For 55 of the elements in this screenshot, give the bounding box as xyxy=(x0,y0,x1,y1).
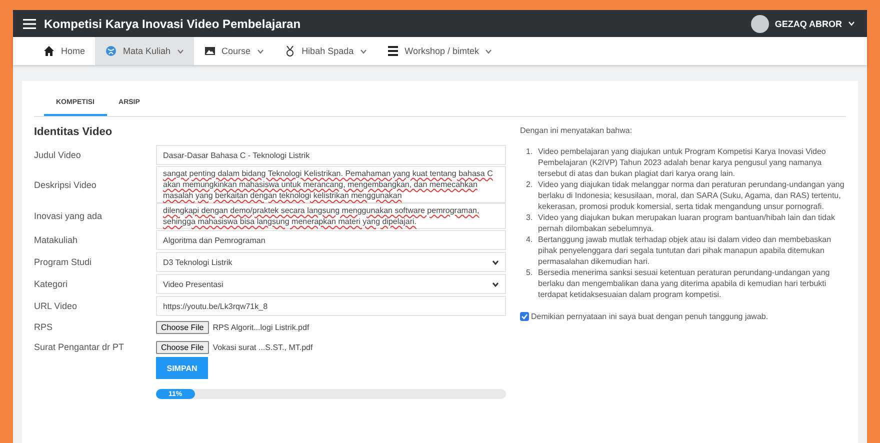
field-label: RPS xyxy=(34,322,54,332)
field-label: Deskripsi Video xyxy=(34,180,98,190)
statement-item: Bertanggung jawab mutlak terhadap objek atau isi dalam video dan membebaskan pihak penyelenggara dari segala tuntutan dari pihak manapun apabila ditemukan permasalahan dikemudian hari. xyxy=(538,234,832,267)
section-title: Identitas Video xyxy=(34,126,114,138)
field-label: Program Studi xyxy=(34,257,93,267)
field-label: Matakuliah xyxy=(34,235,79,245)
nav-item[interactable]: Mata Kuliah xyxy=(95,37,194,65)
list-number: 4. xyxy=(526,234,534,246)
statement-item: Video yang diajukan tidak melanggar norma dan peraturan perundang-undangan yang berlaku di Indonesia; kesusilaan, moral, dan SARA (Suku, Agama, dan RAS) tertentu, kekerasan, promosi produk komersial, serta tidak mengandung unsur pornografi. xyxy=(538,179,846,212)
field-label: Judul Video xyxy=(34,150,82,160)
caret-icon xyxy=(848,21,855,26)
choose-file-button[interactable]: Choose File xyxy=(156,320,209,334)
app-title: Kompetisi Karya Inovasi Video Pembelajaran xyxy=(44,16,302,30)
statement-item: Video yang diajukan bukan merupakan luaran program bantuan/hibah lain dan tidak pernah dilombakan sebelumnya. xyxy=(538,212,836,234)
nav-item[interactable]: Workshop / bimtek xyxy=(376,37,502,65)
statement-item: Bersedia menerima sanksi sesuai ketentuan peraturan perundang-undangan yang berlaku dan mengembalikan dana yang diterima apabila di kemudian hari terbukti terdapat ketidaksesuaian dalam program kompetisi. xyxy=(538,267,831,300)
caret-icon xyxy=(492,260,499,264)
text-area[interactable]: sangat penting dalam bidang Teknologi Kelistrikan. Pemahaman yang kuat tentang bahasa C akan memungkinkan mahasiswa untuk merancang, mengembangkan, dan memecahkan masalah yang berkaitan dengan teknologi kelistrikan menggunakan xyxy=(156,166,506,203)
statement-intro: Dengan ini menyatakan bahwa: xyxy=(520,126,634,135)
list-number: 3. xyxy=(526,212,534,224)
list-number: 1. xyxy=(526,146,534,158)
input-field[interactable]: Dasar-Dasar Bahasa C - Teknologi Listrik xyxy=(156,145,506,165)
image-icon xyxy=(204,45,216,57)
avatar xyxy=(750,14,769,32)
text-area[interactable]: dilengkapi dengan demo/praktek secara langsung menggunakan software pemrograman, sehingga mahasiswa bisa langsung menerapkan materi yang dipelajari. xyxy=(156,203,506,229)
select-field[interactable]: Video Presentasi xyxy=(156,274,506,294)
checkbox-label: Demikian pernyataan ini saya buat dengan penuh tanggung jawab. xyxy=(531,312,768,321)
list-number: 2. xyxy=(526,179,534,191)
field-label: Surat Pengantar dr PT xyxy=(34,342,126,352)
medal-icon xyxy=(284,45,296,57)
caret-icon xyxy=(256,48,264,54)
field-label: Kategori xyxy=(34,279,69,289)
caret-icon xyxy=(360,48,367,54)
nav-item[interactable]: Course xyxy=(194,37,274,65)
home-icon xyxy=(43,45,55,57)
file-name: Vokasi surat ...S.ST., MT.pdf xyxy=(212,342,313,352)
nav-item[interactable]: Hibah Spada xyxy=(274,37,377,65)
globe-icon xyxy=(105,45,118,57)
menu-icon xyxy=(23,18,36,28)
caret-icon xyxy=(176,48,184,54)
caret-icon xyxy=(484,48,492,54)
select-field[interactable]: D3 Teknologi Listrik xyxy=(156,252,506,272)
field-label: URL Video xyxy=(34,301,78,311)
file-name: RPS Algorit...logi Listrik.pdf xyxy=(212,322,310,332)
list-number: 5. xyxy=(526,267,534,279)
field-label: Inovasi yang ada xyxy=(34,211,104,221)
input-field[interactable]: https://youtu.be/Lk3rqw71k_8 xyxy=(156,296,506,316)
list-icon xyxy=(386,45,399,57)
checkbox[interactable] xyxy=(520,312,529,321)
nav-item[interactable]: Home xyxy=(33,37,96,65)
statement-item: Video pembelajaran yang diajukan untuk Program Kompetisi Karya Inovasi Video Pembelajaran (K2IVP) Tahun 2023 adalah benar karya pengusul yang namanya tersebut di atas dan bukan plagiat dari karya orang lain. xyxy=(538,146,827,179)
choose-file-button[interactable]: Choose File xyxy=(156,340,209,354)
input-field[interactable]: Algoritma dan Pemrograman xyxy=(156,230,506,250)
caret-icon xyxy=(492,282,499,286)
user-name[interactable]: GEZAQ ABROR xyxy=(774,18,842,28)
